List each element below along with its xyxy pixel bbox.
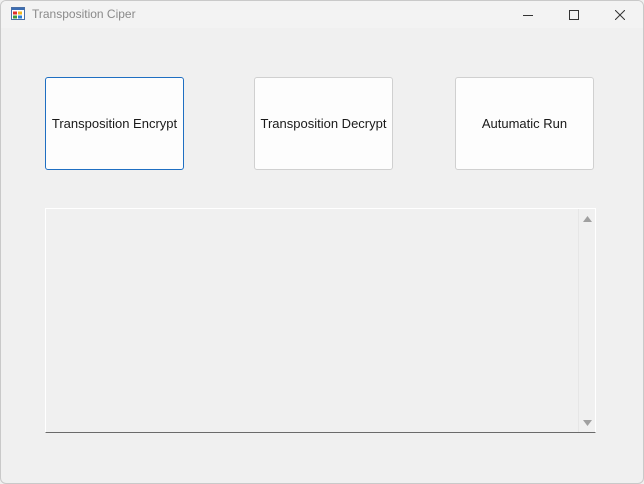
main-window: Transposition Ciper Transposition Encryp… (0, 0, 644, 484)
maximize-button[interactable] (551, 1, 597, 28)
app-icon (11, 7, 25, 20)
output-textbox[interactable] (45, 208, 596, 433)
scroll-up-arrow-icon (582, 209, 592, 227)
vertical-scrollbar[interactable] (578, 209, 595, 432)
encrypt-button-label: Transposition Encrypt (51, 116, 178, 131)
title-bar[interactable]: Transposition Ciper (1, 1, 643, 28)
window-title: Transposition Ciper (32, 7, 136, 21)
automatic-run-button[interactable]: Autumatic Run (455, 77, 594, 170)
close-button[interactable] (597, 1, 643, 28)
transposition-encrypt-button[interactable]: Transposition Encrypt (45, 77, 184, 170)
decrypt-button-label: Transposition Decrypt (260, 116, 387, 131)
scroll-up-button[interactable] (579, 210, 595, 226)
output-text[interactable] (50, 212, 575, 427)
scroll-down-button[interactable] (579, 414, 595, 430)
minimize-button[interactable] (505, 1, 551, 28)
close-icon (615, 9, 625, 20)
minimize-icon (523, 10, 533, 20)
transposition-decrypt-button[interactable]: Transposition Decrypt (254, 77, 393, 170)
automatic-run-button-label: Autumatic Run (481, 116, 568, 131)
maximize-icon (569, 9, 579, 20)
scroll-down-arrow-icon (582, 413, 592, 431)
